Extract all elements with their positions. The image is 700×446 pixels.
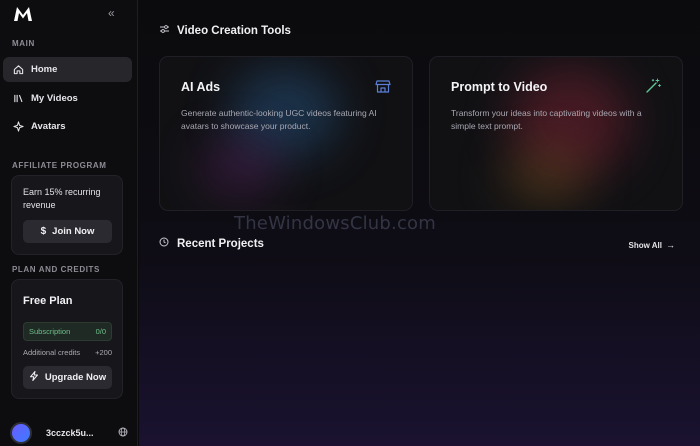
collapse-sidebar-icon[interactable]: « — [108, 6, 115, 20]
plan-card: Free Plan Subscription 0/0 Additional cr… — [11, 279, 123, 399]
globe-icon[interactable] — [118, 427, 128, 440]
clock-icon — [159, 237, 171, 250]
dollar-icon: $ — [40, 226, 47, 237]
nav-label-home: Home — [31, 64, 58, 75]
recent-heading-text: Recent Projects — [177, 237, 264, 250]
subscription-label: Subscription — [29, 327, 71, 336]
tools-heading-text: Video Creation Tools — [177, 24, 291, 37]
user-profile[interactable]: 3cczck5u... — [10, 422, 128, 444]
sidebar: « MAIN Home My Videos Avatars AFFILIATE … — [0, 0, 138, 446]
recent-heading: Recent Projects — [159, 237, 264, 250]
library-icon — [12, 93, 24, 105]
section-label-plan: PLAN AND CREDITS — [12, 265, 100, 274]
section-label-affiliate: AFFILIATE PROGRAM — [12, 161, 107, 170]
subscription-row: Subscription 0/0 — [23, 322, 112, 341]
watermark: TheWindowsClub.com — [234, 213, 436, 234]
affiliate-card: Earn 15% recurring revenue $ Join Now — [11, 175, 123, 255]
join-now-button[interactable]: $ Join Now — [23, 220, 112, 243]
credits-row: Additional credits +200 — [23, 348, 112, 357]
arrow-right-icon: → — [666, 240, 675, 250]
affiliate-text: Earn 15% recurring revenue — [23, 187, 101, 210]
show-all-label: Show All — [628, 240, 662, 250]
section-label-main: MAIN — [12, 39, 35, 48]
tool-card-prompt-to-video[interactable]: Prompt to Video Transform your ideas int… — [429, 56, 683, 211]
plan-title: Free Plan — [23, 295, 73, 307]
home-icon — [12, 64, 24, 76]
show-all-link[interactable]: Show All → — [629, 240, 675, 250]
sliders-icon — [159, 24, 171, 37]
tool-desc-prompt-to-video: Transform your ideas into captivating vi… — [451, 108, 642, 131]
credits-label: Additional credits — [23, 348, 81, 357]
tools-heading: Video Creation Tools — [159, 24, 291, 37]
nav-item-home[interactable]: Home — [3, 57, 132, 82]
nav-label-my-videos: My Videos — [31, 93, 78, 104]
upgrade-now-label: Upgrade Now — [44, 372, 107, 383]
subscription-value: 0/0 — [95, 327, 106, 336]
credits-value: +200 — [95, 348, 112, 357]
join-now-label: Join Now — [52, 226, 95, 237]
bolt-icon — [29, 371, 39, 384]
avatar[interactable] — [10, 422, 32, 444]
main-content: Video Creation Tools AI Ads Generate aut… — [139, 0, 700, 446]
upgrade-now-button[interactable]: Upgrade Now — [23, 366, 112, 389]
tool-title-ai-ads: AI Ads — [181, 80, 221, 94]
user-name: 3cczck5u... — [46, 428, 94, 438]
nav-item-my-videos[interactable]: My Videos — [3, 86, 132, 111]
magic-wand-icon — [646, 78, 661, 93]
store-icon — [375, 80, 391, 93]
app-logo-icon[interactable] — [13, 6, 33, 22]
tool-card-ai-ads[interactable]: AI Ads Generate authentic-looking UGC vi… — [159, 56, 413, 211]
nav-item-avatars[interactable]: Avatars — [3, 114, 132, 139]
tool-title-prompt-to-video: Prompt to Video — [451, 80, 548, 94]
sparkle-icon — [12, 121, 24, 133]
tool-desc-ai-ads: Generate authentic-looking UGC videos fe… — [181, 108, 377, 131]
nav-label-avatars: Avatars — [31, 121, 66, 132]
